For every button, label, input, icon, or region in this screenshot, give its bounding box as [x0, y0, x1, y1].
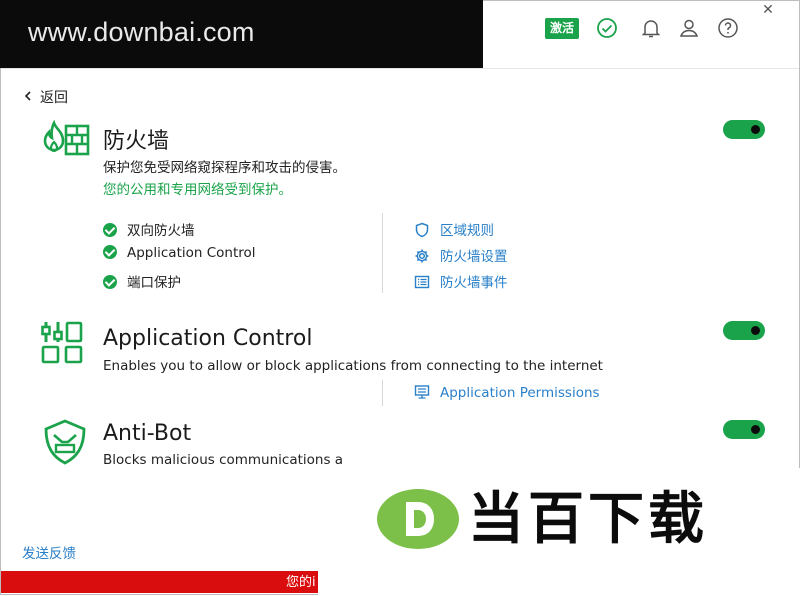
- header-divider: [1, 68, 799, 69]
- link-label: 区域规则: [440, 223, 494, 239]
- toggle-knob: [751, 425, 760, 434]
- app-control-toggle[interactable]: [723, 321, 765, 340]
- anti-bot-description: Blocks malicious communications a: [103, 452, 344, 468]
- link-label: 防火墙事件: [440, 275, 508, 291]
- vertical-divider: [382, 213, 383, 293]
- back-label: 返回: [40, 90, 68, 106]
- toggle-knob: [751, 326, 760, 335]
- feature-item: 端口保护: [103, 271, 181, 291]
- anti-bot-toggle[interactable]: [723, 420, 765, 439]
- firewall-settings-link[interactable]: 防火墙设置: [414, 245, 508, 265]
- close-window-button[interactable]: ✕: [754, 0, 782, 22]
- link-label: 防火墙设置: [440, 249, 508, 265]
- anti-bot-icon: [41, 418, 89, 470]
- zone-rules-link[interactable]: 区域规则: [414, 219, 494, 239]
- list-icon: [414, 274, 432, 290]
- app-control-icon: [40, 320, 84, 372]
- toggle-knob: [751, 125, 760, 134]
- back-button[interactable]: 返回: [22, 87, 68, 107]
- check-icon: [103, 275, 117, 289]
- link-label: Application Permissions: [440, 385, 600, 401]
- firewall-toggle[interactable]: [723, 120, 765, 139]
- feature-item: 双向防火墙: [103, 219, 195, 239]
- feature-item: Application Control: [103, 245, 256, 261]
- activate-button[interactable]: 激活: [545, 18, 579, 39]
- bell-icon[interactable]: [639, 16, 663, 40]
- feature-label: 双向防火墙: [127, 223, 195, 239]
- firewall-title: 防火墙: [103, 129, 170, 154]
- check-icon: [103, 245, 117, 259]
- monitor-icon: [414, 384, 432, 400]
- gear-icon: [414, 248, 432, 264]
- check-icon: [103, 223, 117, 237]
- alert-text: 您的i: [286, 575, 316, 590]
- app-control-description: Enables you to allow or block applicatio…: [103, 358, 603, 374]
- shield-icon: [414, 222, 432, 238]
- firewall-status: 您的公用和专用网络受到保护。: [103, 182, 292, 198]
- chevron-left-icon: [22, 90, 40, 106]
- feature-label: Application Control: [127, 245, 256, 261]
- protected-check-icon[interactable]: [595, 16, 619, 40]
- firewall-icon: [40, 119, 92, 162]
- anti-bot-title: Anti-Bot: [103, 421, 192, 446]
- help-icon[interactable]: [716, 16, 740, 40]
- app-control-title: Application Control: [103, 326, 313, 351]
- firewall-description: 保护您免受网络窥探程序和攻击的侵害。: [103, 160, 346, 176]
- watermark-banner: www.downbai.com: [0, 0, 483, 68]
- user-icon[interactable]: [677, 16, 701, 40]
- send-feedback-link[interactable]: 发送反馈: [22, 542, 76, 562]
- vertical-divider: [382, 380, 383, 406]
- application-permissions-link[interactable]: Application Permissions: [414, 384, 600, 401]
- firewall-events-link[interactable]: 防火墙事件: [414, 271, 508, 291]
- feature-label: 端口保护: [127, 275, 181, 291]
- watermark-logo-icon: [376, 488, 460, 550]
- watermark-logo-text: 当百下载: [468, 487, 708, 552]
